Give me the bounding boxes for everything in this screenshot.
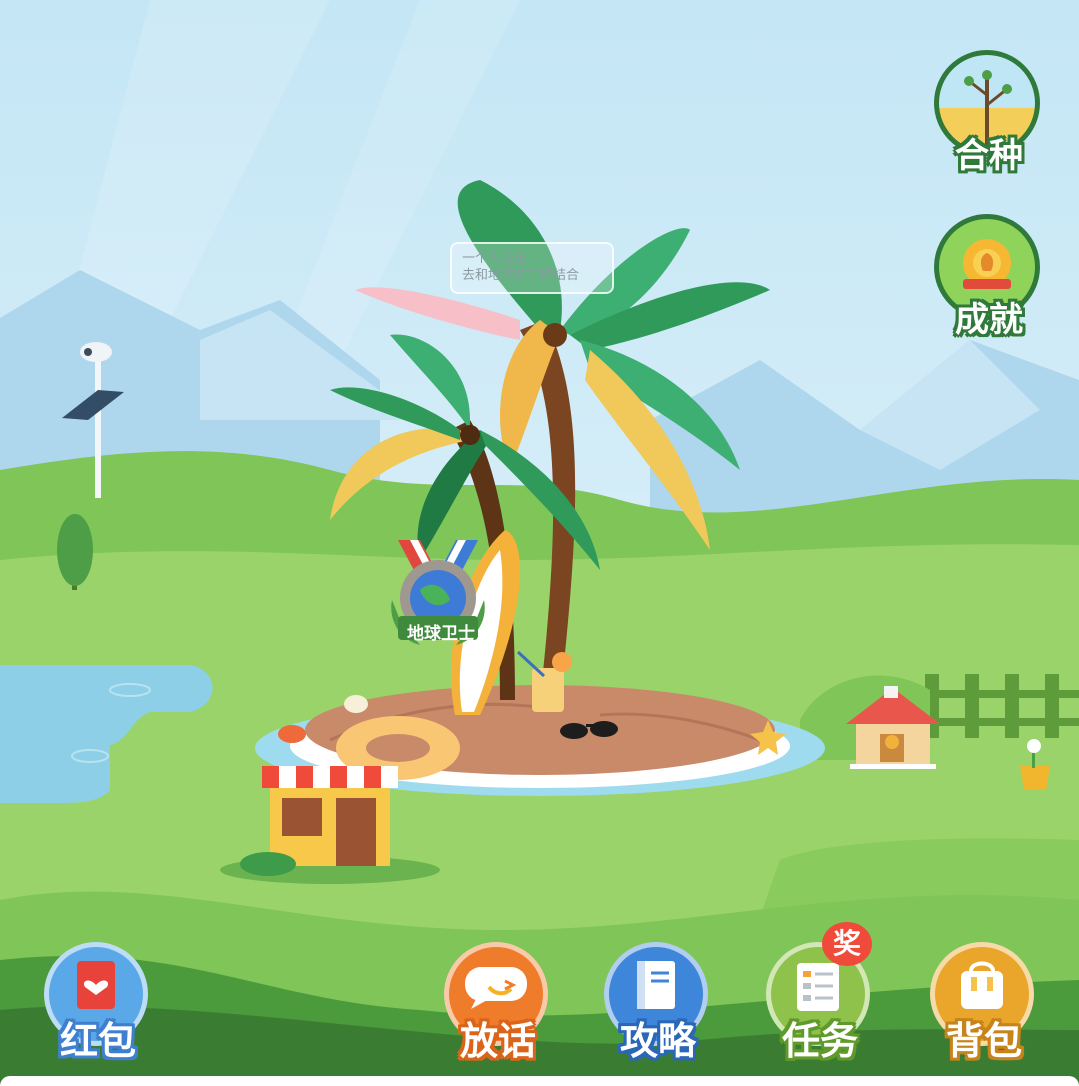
crab: [278, 725, 306, 743]
bubble-line-1: 一个人走进: [462, 251, 528, 266]
chat-button[interactable]: 放话: [444, 942, 552, 1063]
bubble-line-2: 去和地球的守护结合: [462, 268, 580, 283]
red-packet-button[interactable]: 红包: [44, 942, 152, 1063]
speech-bubble: 一个人走进 去和地球的守护结合: [450, 242, 614, 294]
medal-label: 地球卫士: [407, 624, 475, 644]
plant-together-label: 合种: [955, 136, 1023, 176]
chat-label: 放话: [459, 1019, 536, 1063]
shell: [344, 695, 368, 713]
backpack-label: 背包: [945, 1019, 1022, 1063]
achievement-button[interactable]: 成就: [934, 214, 1044, 344]
tasks-label: 任务: [781, 1019, 858, 1063]
backpack-button[interactable]: 背包: [930, 942, 1038, 1063]
bottom-sheet-edge: [0, 1076, 1079, 1086]
guide-label: 攻略: [619, 1019, 696, 1063]
game-scene: [0, 0, 1079, 1086]
red-packet-label: 红包: [59, 1019, 136, 1063]
achievement-label: 成就: [955, 300, 1023, 340]
guide-button[interactable]: 攻略: [604, 942, 712, 1063]
reward-badge: 奖: [822, 922, 872, 966]
plant-together-button[interactable]: 合种: [934, 50, 1044, 180]
